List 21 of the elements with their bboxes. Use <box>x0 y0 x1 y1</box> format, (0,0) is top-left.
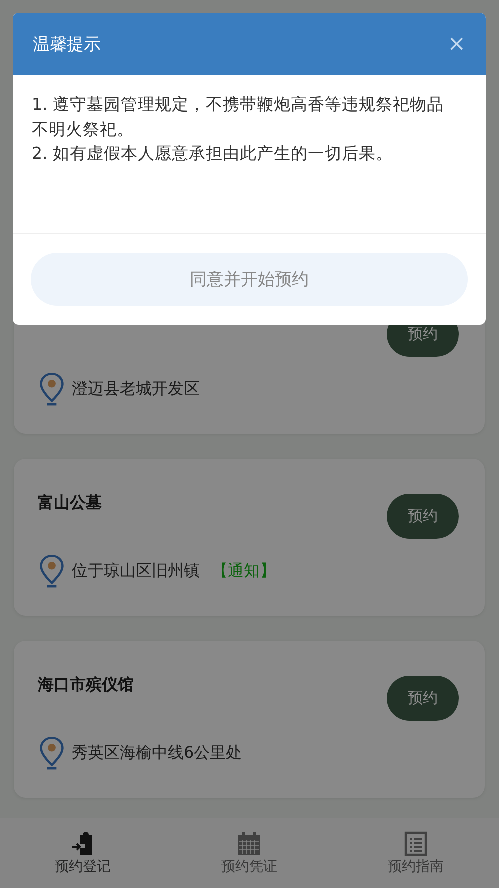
place-address: 澄迈县老城开发区 <box>72 378 200 400</box>
place-name: 富山公墓 <box>38 493 102 514</box>
notice-text: 2. 如有虚假本人愿意承担由此产生的一切后果。 <box>32 143 394 165</box>
calendar-icon <box>236 830 262 856</box>
dialog-title: 温馨提示 <box>33 34 101 56</box>
location-pin-icon <box>38 371 66 407</box>
book-button[interactable]: 预约 <box>387 494 459 539</box>
location-pin-icon <box>38 735 66 771</box>
notice-link[interactable]: 【通知】 <box>212 560 276 582</box>
location-pin-icon <box>38 553 66 589</box>
nav-tab[interactable]: 预约登记 <box>0 818 166 888</box>
place-name: 海口市殡仪馆 <box>38 675 134 696</box>
nav-tab[interactable]: 预约凭证 <box>166 818 333 888</box>
notice-text: 1. 遵守墓园管理规定，不携带鞭炮高香等违规祭祀物品不明火祭祀。 <box>32 94 445 140</box>
list-icon <box>402 830 429 856</box>
agree-button[interactable]: 同意并开始预约 <box>31 253 468 306</box>
close-button[interactable]: × <box>448 32 466 56</box>
nav-tab[interactable]: 预约指南 <box>332 818 499 888</box>
book-button[interactable]: 预约 <box>387 676 459 721</box>
place-address: 位于琼山区旧州镇 <box>72 560 200 582</box>
place-address: 秀英区海榆中线6公里处 <box>72 742 242 764</box>
